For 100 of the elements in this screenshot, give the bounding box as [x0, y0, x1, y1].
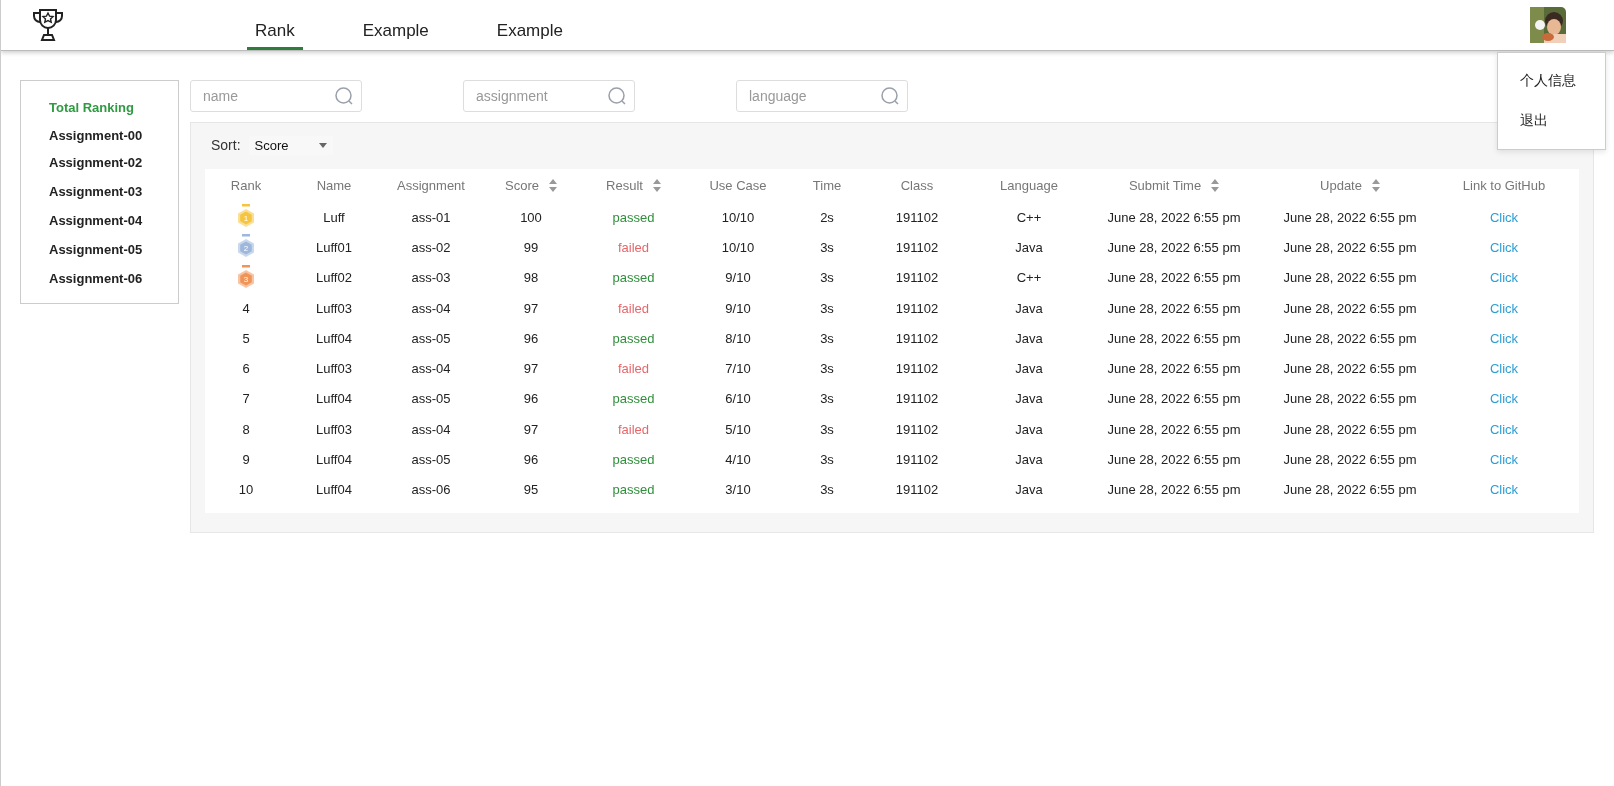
language-cell: Java — [1015, 330, 1043, 346]
submit-time-cell: June 28, 2022 6:55 pm — [1107, 391, 1241, 407]
use-case-cell: 3/10 — [725, 482, 751, 498]
search-icon — [880, 86, 900, 106]
submit-time-cell: June 28, 2022 6:55 pm — [1107, 239, 1241, 255]
github-link[interactable]: Click — [1489, 300, 1519, 316]
rank-cell: 4 — [242, 300, 250, 316]
column-header[interactable]: Result — [606, 178, 643, 193]
nav-tab[interactable]: Rank — [247, 0, 303, 50]
search-field[interactable]: assignment — [463, 80, 635, 112]
search-field[interactable]: name — [190, 80, 362, 112]
name-cell: Luff04 — [316, 330, 352, 346]
use-case-cell: 7/10 — [725, 361, 751, 377]
assignment-cell: ass-01 — [411, 209, 451, 225]
sidebar-item[interactable]: Assignment-02 — [49, 148, 178, 177]
sidebar-item[interactable]: Assignment-04 — [49, 206, 178, 235]
column-header[interactable]: Score — [505, 178, 539, 193]
result-label: passed — [612, 270, 655, 286]
score-cell: 99 — [523, 239, 539, 255]
github-link[interactable]: Click — [1489, 482, 1519, 498]
sidebar-item[interactable]: Assignment-06 — [49, 264, 178, 293]
column-header[interactable]: Update — [1320, 178, 1362, 193]
class-cell: 191102 — [895, 270, 939, 286]
class-cell: 191102 — [895, 421, 939, 437]
result-label: passed — [612, 330, 655, 346]
update-cell: June 28, 2022 6:55 pm — [1283, 330, 1417, 346]
time-cell: 3s — [820, 482, 834, 498]
github-link[interactable]: Click — [1489, 270, 1519, 286]
rank-cell: 8 — [242, 421, 250, 437]
name-cell: Luff03 — [316, 300, 352, 316]
class-cell: 191102 — [895, 391, 939, 407]
name-cell: Luff04 — [316, 482, 352, 498]
column-header: Rank — [230, 178, 262, 193]
github-link[interactable]: Click — [1489, 361, 1519, 377]
update-cell: June 28, 2022 6:55 pm — [1283, 361, 1417, 377]
column-header[interactable]: Submit Time — [1128, 178, 1202, 193]
github-link[interactable]: Click — [1489, 209, 1519, 225]
github-link[interactable]: Click — [1489, 391, 1519, 407]
submit-time-cell: June 28, 2022 6:55 pm — [1107, 300, 1241, 316]
time-cell: 3s — [820, 361, 834, 377]
time-cell: 3s — [820, 239, 834, 255]
assignment-cell: ass-05 — [411, 330, 451, 346]
rank-cell: 10 — [238, 482, 254, 498]
result-label: failed — [617, 361, 650, 377]
use-case-cell: 8/10 — [725, 330, 751, 346]
result-label: passed — [612, 452, 655, 467]
name-cell: Luff — [323, 209, 345, 225]
time-cell: 2s — [820, 209, 834, 225]
menu-item[interactable]: 个人信息 — [1498, 61, 1605, 101]
submit-time-cell: June 28, 2022 6:55 pm — [1107, 452, 1241, 467]
nav-tab[interactable]: Example — [354, 0, 437, 50]
update-cell: June 28, 2022 6:55 pm — [1283, 300, 1417, 316]
result-label: passed — [612, 391, 655, 407]
sidebar-item[interactable]: Assignment-03 — [49, 177, 178, 206]
rank-cell: 6 — [242, 361, 250, 377]
submit-time-cell: June 28, 2022 6:55 pm — [1107, 270, 1241, 286]
language-cell: Java — [1015, 391, 1043, 407]
sidebar-item[interactable]: Assignment-00 — [49, 122, 178, 148]
sort-icon[interactable] — [1211, 179, 1220, 192]
sidebar-item[interactable]: Total Ranking — [49, 93, 178, 122]
sidebar-item[interactable]: Assignment-05 — [49, 235, 178, 264]
submit-time-cell: June 28, 2022 6:55 pm — [1107, 330, 1241, 346]
menu-item[interactable]: 退出 — [1498, 101, 1605, 141]
update-cell: June 28, 2022 6:55 pm — [1283, 391, 1417, 407]
column-header: Time — [812, 178, 842, 193]
rank-cell: 9 — [242, 452, 250, 467]
update-cell: June 28, 2022 6:55 pm — [1283, 452, 1417, 467]
score-cell: 95 — [523, 482, 539, 498]
search-field[interactable]: language — [736, 80, 908, 112]
update-cell: June 28, 2022 6:55 pm — [1283, 421, 1417, 437]
sort-icon[interactable] — [1371, 179, 1380, 192]
sort-icon[interactable] — [652, 179, 661, 192]
class-cell: 191102 — [895, 330, 939, 346]
column-header: Class — [900, 178, 934, 193]
use-case-cell: 6/10 — [725, 391, 751, 407]
time-cell: 3s — [820, 421, 834, 437]
class-cell: 191102 — [895, 239, 939, 255]
use-case-cell: 9/10 — [725, 300, 751, 316]
github-link[interactable]: Click — [1489, 452, 1519, 467]
rank-cell: 7 — [242, 391, 250, 407]
class-cell: 191102 — [895, 482, 939, 498]
github-link[interactable]: Click — [1489, 330, 1519, 346]
time-cell: 3s — [820, 270, 834, 286]
column-header: Language — [1000, 178, 1058, 193]
score-cell: 97 — [523, 361, 539, 377]
sort-icon[interactable] — [549, 179, 557, 192]
use-case-cell: 10/10 — [721, 239, 755, 255]
github-link[interactable]: Click — [1489, 421, 1519, 437]
language-cell: Java — [1015, 361, 1043, 377]
time-cell: 3s — [820, 300, 834, 316]
assignment-cell: ass-03 — [411, 270, 451, 286]
nav-tab[interactable]: Example — [488, 0, 571, 50]
result-label: failed — [617, 300, 650, 316]
language-cell: Java — [1015, 239, 1043, 255]
github-link[interactable]: Click — [1489, 239, 1519, 255]
language-cell: Java — [1015, 421, 1043, 437]
update-cell: June 28, 2022 6:55 pm — [1283, 209, 1417, 225]
result-label: failed — [617, 421, 650, 437]
assignment-cell: ass-04 — [411, 300, 451, 316]
assignment-cell: ass-05 — [411, 452, 451, 467]
